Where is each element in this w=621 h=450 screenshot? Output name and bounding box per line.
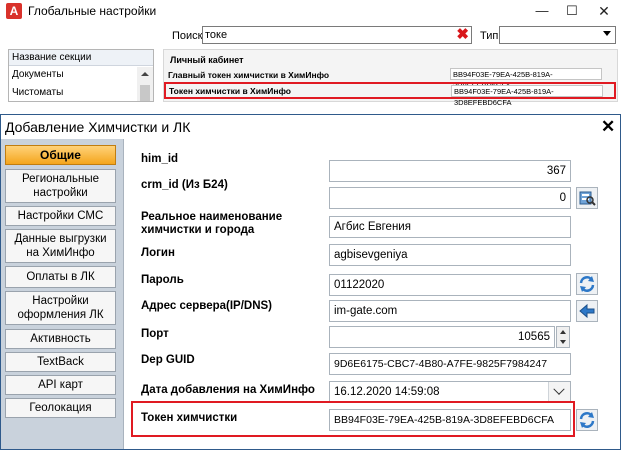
list-item[interactable]: Чистоматы: [12, 87, 63, 98]
dep-guid-label: Dep GUID: [141, 354, 195, 366]
tab-export-data[interactable]: Данные выгрузки на ХимИнфо: [5, 229, 116, 263]
crm-id-label: crm_id (Из Б24): [141, 179, 228, 191]
tab-appearance-settings[interactable]: Настройки оформления ЛК: [5, 291, 116, 325]
highlighted-setting-row: Токен химчистки в ХимИнфо BB94F03E-79EA-…: [164, 82, 616, 107]
tab-payments[interactable]: Оплаты в ЛК: [5, 266, 116, 288]
real-name-field[interactable]: Агбис Евгения: [329, 216, 571, 238]
date-added-field[interactable]: 16.12.2020 14:59:08: [329, 381, 571, 403]
password-field[interactable]: 01122020: [329, 274, 571, 296]
refresh-icon: [579, 412, 595, 428]
dialog-title: Добавление Химчистки и ЛК: [5, 119, 191, 135]
dialog-header: Добавление Химчистки и ЛК ✕: [1, 115, 620, 139]
date-added-label: Дата добавления на ХимИнфо: [141, 384, 315, 396]
real-name-label: Реальное наименование химчистки и города: [141, 211, 283, 237]
dep-guid-field[interactable]: 9D6E6175-CBC7-4B80-A7FE-9825F7984247: [329, 353, 571, 375]
crm-id-field[interactable]: 0: [329, 187, 571, 209]
server-action-button[interactable]: [576, 300, 598, 322]
global-settings-window: A Глобальные настройки — ☐ ✕ Поиск токе …: [0, 0, 621, 107]
port-field[interactable]: 10565: [329, 326, 555, 348]
sections-column-header: Название секции: [9, 50, 153, 66]
maximize-icon[interactable]: ☐: [556, 0, 588, 22]
close-icon[interactable]: ✕: [601, 115, 615, 139]
him-id-field[interactable]: 367: [329, 160, 571, 182]
chevron-down-icon: [603, 31, 611, 36]
server-field[interactable]: im-gate.com: [329, 300, 571, 322]
token-label: Токен химчистки: [141, 412, 238, 424]
group-title: Личный кабинет: [170, 55, 244, 65]
dialog-body: Общие Региональные настройки Настройки С…: [1, 139, 620, 449]
add-drycleaner-dialog: Добавление Химчистки и ЛК ✕ Общие Регион…: [0, 114, 621, 450]
login-field[interactable]: agbisevgeniya: [329, 244, 571, 266]
setting-label: Токен химчистки в ХимИнфо: [169, 86, 291, 96]
login-label: Логин: [141, 247, 175, 259]
setting-label: Главный токен химчистки в ХимИнфо: [168, 70, 330, 80]
password-label: Пароль: [141, 274, 184, 286]
sections-scrollbar[interactable]: [137, 67, 153, 101]
tab-regional-settings[interactable]: Региональные настройки: [5, 169, 116, 203]
scroll-up-icon[interactable]: [141, 72, 149, 76]
refresh-password-button[interactable]: [576, 273, 598, 295]
search-input[interactable]: токе ✖: [202, 26, 472, 44]
port-stepper[interactable]: [556, 326, 570, 348]
date-dropdown-button[interactable]: [548, 382, 570, 402]
crm-lookup-button[interactable]: [576, 187, 598, 209]
tab-activity[interactable]: Активность: [5, 329, 116, 349]
close-window-icon[interactable]: ✕: [588, 0, 620, 22]
him-id-label: him_id: [141, 153, 179, 165]
list-item[interactable]: Документы: [12, 69, 64, 80]
refresh-token-button[interactable]: [576, 409, 598, 431]
scrollbar-thumb[interactable]: [140, 85, 150, 101]
app-logo-icon: A: [6, 3, 22, 19]
server-label: Адрес сервера(IP/DNS): [141, 300, 273, 312]
search-label: Поиск: [172, 30, 203, 42]
type-label: Тип: [480, 30, 499, 42]
personal-cabinet-group: Личный кабинет Главный токен химчистки в…: [163, 49, 618, 107]
refresh-icon: [579, 276, 595, 292]
tab-api-cards[interactable]: API карт: [5, 375, 116, 395]
arrow-left-icon: [579, 303, 595, 319]
tab-general[interactable]: Общие: [5, 145, 116, 165]
setting-value[interactable]: BB94F03E-79EA-425B-819A-3D8EFEBD6CFA: [451, 85, 603, 107]
port-label: Порт: [141, 328, 169, 340]
window-title: Глобальные настройки: [28, 4, 157, 18]
search-database-icon: [579, 191, 596, 206]
minimize-icon[interactable]: —: [526, 0, 558, 22]
tab-geolocation[interactable]: Геолокация: [5, 398, 116, 418]
title-bar: A Глобальные настройки — ☐ ✕: [0, 0, 621, 22]
token-field[interactable]: BB94F03E-79EA-425B-819A-3D8EFEBD6CFA: [329, 409, 571, 431]
tab-sms-settings[interactable]: Настройки СМС: [5, 206, 116, 226]
tab-textback[interactable]: TextBack: [5, 352, 116, 372]
sections-list: Название секции Документы Чистоматы: [8, 49, 154, 102]
setting-value[interactable]: BB94F03E-79EA-425B-819A-3D8EFEBD6CFA: [450, 68, 602, 90]
date-added-value: 16.12.2020 14:59:08: [334, 386, 440, 398]
search-input-value: токе: [205, 29, 228, 41]
general-form: him_id 367 crm_id (Из Б24) 0 Реальное на…: [123, 139, 620, 449]
stepper-up-icon[interactable]: [560, 330, 566, 334]
type-select[interactable]: [499, 26, 616, 44]
clear-search-icon[interactable]: ✖: [456, 26, 469, 44]
stepper-down-icon[interactable]: [560, 340, 566, 344]
chevron-down-icon: [553, 383, 565, 395]
